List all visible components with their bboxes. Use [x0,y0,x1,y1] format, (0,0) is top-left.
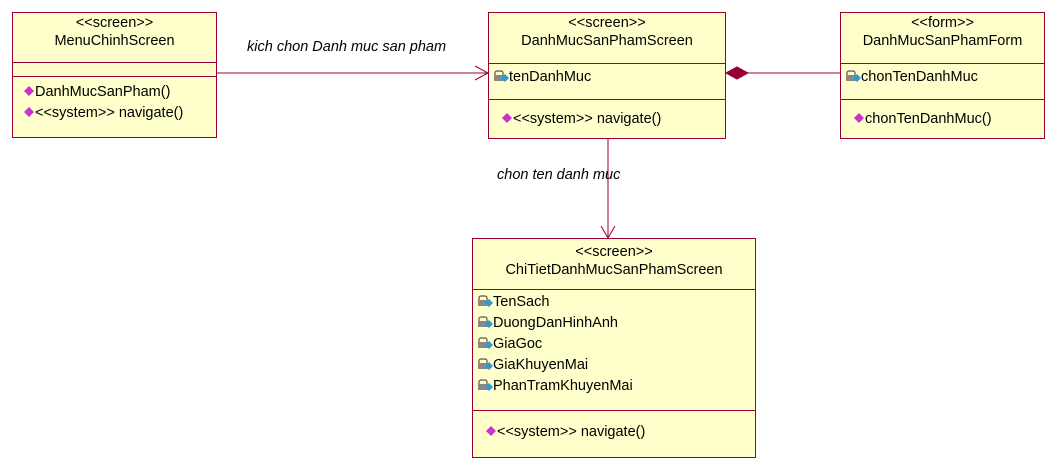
operation-icon [854,113,864,123]
class-diagram: kich chon Danh muc san pham chon ten dan… [0,0,1050,458]
operation-compartment: <<system>> navigate() [489,99,725,130]
class-name: MenuChinhScreen [54,33,175,49]
attribute-icon [478,379,493,391]
attribute-item: DuongDanHinhAnh [473,313,755,334]
attribute-item: GiaGoc [473,334,755,355]
edge-label-menu-to-danhmuc: kich chon Danh muc san pham [247,39,447,55]
operation-icon [24,107,34,117]
composition-form-to-danhmuc [724,66,840,80]
attribute-item: PhanTramKhuyenMai [473,376,755,397]
operation-item: <<system>> navigate() [13,103,216,124]
operation-item: chonTenDanhMuc() [841,109,1044,130]
attribute-compartment: tenDanhMuc [489,63,725,99]
operation-compartment: DanhMucSanPham() <<system>> navigate() [13,76,216,124]
class-name: DanhMucSanPhamScreen [521,33,693,49]
attribute-icon [494,70,509,82]
class-box-chi-tiet-danh-muc-san-pham-screen: <<screen>> ChiTietDanhMucSanPhamScreen T… [472,238,756,458]
operation-icon [502,113,512,123]
class-header: <<screen>> MenuChinhScreen [13,13,216,62]
attribute-compartment: TenSach DuongDanHinhAnh GiaGoc GiaKhuyen… [473,289,755,410]
class-box-menu-chinh-screen: <<screen>> MenuChinhScreen DanhMucSanPha… [12,12,217,138]
class-name: ChiTietDanhMucSanPhamScreen [505,262,723,278]
navigate-arrow-menu-to-danhmuc [217,65,490,81]
operation-item: <<system>> navigate() [489,109,725,130]
class-box-danh-muc-san-pham-form: <<form>> DanhMucSanPhamForm chonTenDanhM… [840,12,1045,139]
attribute-icon [478,358,493,370]
attribute-icon [478,295,493,307]
operation-compartment: chonTenDanhMuc() [841,99,1044,130]
edge-label-danhmuc-to-chitiet: chon ten danh muc [497,167,621,183]
operation-icon [24,86,34,96]
operation-item: DanhMucSanPham() [13,82,216,103]
attribute-compartment [13,62,216,76]
attribute-item: TenSach [473,292,755,313]
attribute-icon [478,316,493,328]
class-stereotype: <<form>> [911,15,974,31]
attribute-icon [846,70,861,82]
class-name: DanhMucSanPhamForm [862,33,1023,49]
class-stereotype: <<screen>> [575,244,653,260]
attribute-item: GiaKhuyenMai [473,355,755,376]
operation-item: <<system>> navigate() [473,422,755,443]
operation-icon [486,426,496,436]
class-header: <<form>> DanhMucSanPhamForm [841,13,1044,63]
class-header: <<screen>> ChiTietDanhMucSanPhamScreen [473,239,755,289]
navigate-arrow-danhmuc-to-chitiet [600,139,616,239]
class-box-danh-muc-san-pham-screen: <<screen>> DanhMucSanPhamScreen tenDanhM… [488,12,726,139]
class-header: <<screen>> DanhMucSanPhamScreen [489,13,725,63]
class-stereotype: <<screen>> [75,15,154,31]
class-stereotype: <<screen>> [568,15,646,31]
attribute-item: chonTenDanhMuc [841,67,1044,88]
attribute-icon [478,337,493,349]
attribute-compartment: chonTenDanhMuc [841,63,1044,99]
operation-compartment: <<system>> navigate() [473,410,755,443]
attribute-item: tenDanhMuc [489,67,725,88]
